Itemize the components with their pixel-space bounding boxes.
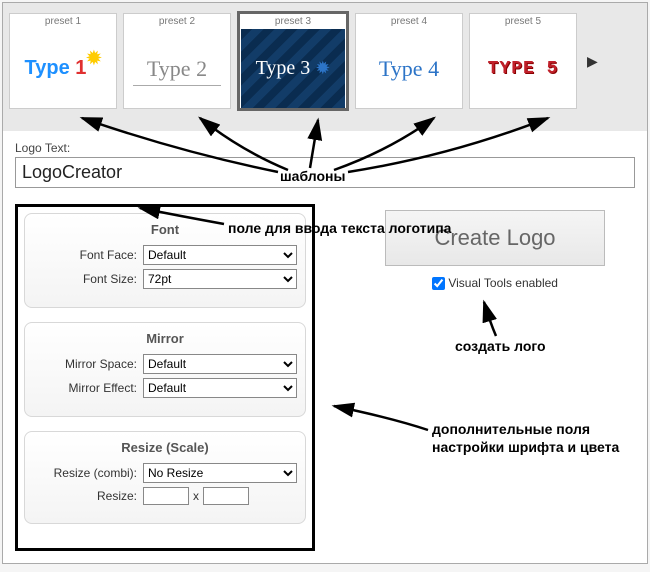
visual-tools-checkbox[interactable] <box>432 277 445 290</box>
main-area: Logo Text: Font Font Face: Default Font … <box>3 131 647 563</box>
create-logo-button[interactable]: Create Logo <box>385 210 605 266</box>
action-column: Create Logo Visual Tools enabled <box>355 204 635 551</box>
preset-label: preset 1 <box>45 14 81 29</box>
resize-sep: x <box>189 489 203 503</box>
font-size-select[interactable]: 72pt <box>143 269 297 289</box>
settings-column: Font Font Face: Default Font Size: 72pt … <box>15 204 315 551</box>
settings-outline: Font Font Face: Default Font Size: 72pt … <box>15 204 315 551</box>
preset-preview: Type 4 <box>357 29 461 108</box>
preset-preview: TYPE 5 <box>471 29 575 108</box>
resize-panel: Resize (Scale) Resize (combi): No Resize… <box>24 431 306 524</box>
font-face-label: Font Face: <box>33 248 143 262</box>
logo-text-label: Logo Text: <box>15 141 635 155</box>
preset-label: preset 4 <box>391 14 427 29</box>
next-preset-icon[interactable]: ▶ <box>583 53 602 70</box>
preset-preview: Type 3 ✹ <box>241 29 345 108</box>
panel-title: Resize (Scale) <box>33 440 297 455</box>
preset-label: preset 3 <box>275 14 311 29</box>
preset-card-4[interactable]: preset 4 Type 4 <box>355 13 463 109</box>
resize-combi-label: Resize (combi): <box>33 466 143 480</box>
font-face-select[interactable]: Default <box>143 245 297 265</box>
preset-card-2[interactable]: preset 2 Type 2 <box>123 13 231 109</box>
mirror-space-label: Mirror Space: <box>33 357 143 371</box>
mirror-effect-label: Mirror Effect: <box>33 381 143 395</box>
presets-strip: preset 1 Type 1✹ preset 2 Type 2 preset … <box>3 3 647 131</box>
resize-width-input[interactable] <box>143 487 189 505</box>
font-panel: Font Font Face: Default Font Size: 72pt <box>24 213 306 308</box>
preset-preview: Type 2 <box>125 29 229 108</box>
preset-card-3[interactable]: preset 3 Type 3 ✹ <box>237 11 349 111</box>
logo-text-input[interactable] <box>15 157 635 188</box>
app-frame: preset 1 Type 1✹ preset 2 Type 2 preset … <box>2 2 648 564</box>
resize-height-input[interactable] <box>203 487 249 505</box>
font-size-label: Font Size: <box>33 272 143 286</box>
visual-tools-label: Visual Tools enabled <box>448 276 558 290</box>
mirror-panel: Mirror Mirror Space: Default Mirror Effe… <box>24 322 306 417</box>
resize-combi-select[interactable]: No Resize <box>143 463 297 483</box>
preset-card-1[interactable]: preset 1 Type 1✹ <box>9 13 117 109</box>
mirror-space-select[interactable]: Default <box>143 354 297 374</box>
panel-title: Font <box>33 222 297 237</box>
mirror-effect-select[interactable]: Default <box>143 378 297 398</box>
preset-preview: Type 1✹ <box>11 29 115 108</box>
resize-label: Resize: <box>33 489 143 503</box>
preset-label: preset 2 <box>159 14 195 29</box>
preset-card-5[interactable]: preset 5 TYPE 5 <box>469 13 577 109</box>
panel-title: Mirror <box>33 331 297 346</box>
visual-tools-row: Visual Tools enabled <box>355 276 635 290</box>
preset-label: preset 5 <box>505 14 541 29</box>
